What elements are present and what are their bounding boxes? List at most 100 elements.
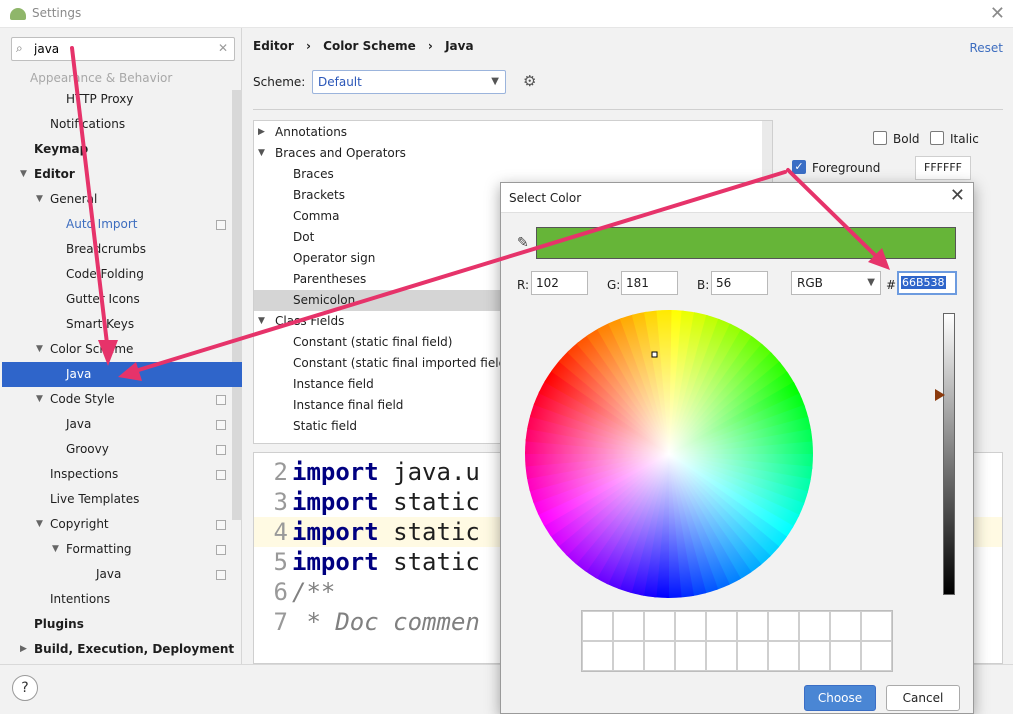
recent-color-cell[interactable] (644, 641, 675, 671)
code-line: 3 import static (254, 487, 480, 517)
sidebar-item-code-style[interactable]: ▼ Code Style (36, 387, 115, 412)
list-item[interactable]: ▼ Braces and Operators (254, 143, 764, 164)
recent-color-cell[interactable] (861, 611, 892, 641)
recent-color-cell[interactable] (613, 641, 644, 671)
search-box[interactable]: ⌕ ✕ (11, 37, 235, 61)
sidebar-item-general[interactable]: ▼ General (36, 187, 97, 212)
sidebar-item-build[interactable]: ▶ Build, Execution, Deployment (20, 637, 234, 662)
eyedropper-icon[interactable]: ✎ (517, 235, 529, 251)
reset-link[interactable]: Reset (969, 41, 1003, 55)
bold-checkbox[interactable] (873, 131, 887, 145)
code-text: static (378, 488, 480, 516)
sidebar-item-code-folding[interactable]: Code Folding (66, 262, 144, 287)
choose-button[interactable]: Choose (804, 685, 876, 711)
red-input[interactable]: 102 (531, 271, 588, 295)
green-label: G: (607, 278, 621, 292)
sidebar-item-label: Editor (34, 167, 75, 181)
recent-color-cell[interactable] (644, 611, 675, 641)
recent-color-cell[interactable] (737, 611, 768, 641)
sidebar-item-gutter-icons[interactable]: Gutter Icons (66, 287, 140, 312)
scheme-value: Default (318, 75, 362, 89)
expand-icon[interactable]: ▼ (36, 512, 43, 537)
sidebar-item-copyright[interactable]: ▼ Copyright (36, 512, 109, 537)
sidebar-item-breadcrumbs[interactable]: Breadcrumbs (66, 237, 146, 262)
sidebar-item-color-scheme-java[interactable]: Java (66, 362, 91, 387)
scheme-dropdown[interactable]: Default ▼ (312, 70, 506, 94)
expand-icon[interactable]: ▼ (20, 162, 27, 187)
list-item-label: Static field (293, 419, 358, 433)
sidebar-item-code-style-java[interactable]: Java (66, 412, 91, 437)
hex-input[interactable]: 66B538 (897, 271, 957, 295)
sidebar-item-inspections[interactable]: Inspections (50, 462, 118, 487)
breadcrumb-separator: › (306, 39, 311, 53)
foreground-color-field[interactable]: FFFFFF (915, 156, 971, 180)
color-wheel-cursor[interactable] (651, 351, 658, 358)
recent-color-cell[interactable] (675, 611, 706, 641)
color-wheel[interactable] (524, 309, 814, 599)
blue-input[interactable]: 56 (711, 271, 768, 295)
help-button[interactable]: ? (12, 675, 38, 701)
list-item-label: Parentheses (293, 272, 367, 286)
expand-icon[interactable]: ▼ (258, 311, 265, 332)
sidebar-item-notifications[interactable]: Notifications (50, 112, 125, 137)
sidebar-item-formatting-java[interactable]: Java (96, 562, 121, 587)
hex-value: 66B538 (901, 276, 946, 289)
recent-color-cell[interactable] (706, 611, 737, 641)
color-mode-dropdown[interactable]: RGB ▼ (791, 271, 881, 295)
recent-color-cell[interactable] (830, 611, 861, 641)
foreground-checkbox[interactable]: ✓ (792, 160, 806, 174)
close-icon[interactable]: ✕ (950, 185, 965, 206)
sidebar-item-http-proxy[interactable]: HTTP Proxy (66, 87, 133, 112)
list-item-label: Instance field (293, 377, 374, 391)
expand-icon[interactable]: ▼ (36, 337, 43, 362)
project-scope-icon (216, 445, 226, 455)
cancel-button[interactable]: Cancel (886, 685, 960, 711)
recent-color-cell[interactable] (582, 641, 613, 671)
italic-checkbox[interactable] (930, 131, 944, 145)
sidebar-item-intentions[interactable]: Intentions (50, 587, 110, 612)
recent-color-cell[interactable] (861, 641, 892, 671)
italic-label: Italic (950, 132, 979, 146)
recent-color-cell[interactable] (737, 641, 768, 671)
sidebar-item-keymap[interactable]: Keymap (34, 137, 88, 162)
recent-color-cell[interactable] (799, 641, 830, 671)
sidebar-item-groovy[interactable]: Groovy (66, 437, 109, 462)
close-icon[interactable]: ✕ (990, 3, 1005, 24)
keyword: import (292, 488, 379, 516)
clear-icon[interactable]: ✕ (218, 41, 228, 55)
recent-color-cell[interactable] (582, 611, 613, 641)
sidebar-item-auto-import[interactable]: Auto Import (66, 212, 138, 237)
sidebar-item-color-scheme[interactable]: ▼ Color Scheme (36, 337, 133, 362)
list-item[interactable]: ▶ Annotations (254, 122, 764, 143)
keyword: import (292, 518, 379, 546)
expand-icon[interactable]: ▼ (36, 387, 43, 412)
sidebar-scrollbar[interactable] (232, 90, 242, 520)
dialog-title: Select Color (501, 183, 973, 213)
recent-color-cell[interactable] (613, 611, 644, 641)
brightness-pointer[interactable] (935, 389, 945, 401)
expand-icon[interactable]: ▶ (20, 637, 27, 662)
expand-icon[interactable]: ▼ (258, 143, 265, 164)
recent-color-cell[interactable] (768, 641, 799, 671)
recent-color-cell[interactable] (768, 611, 799, 641)
brightness-slider[interactable] (943, 313, 955, 595)
selected-row-highlight (2, 362, 242, 387)
recent-color-cell[interactable] (830, 641, 861, 671)
expand-icon[interactable]: ▼ (52, 537, 59, 562)
list-item-label: Instance final field (293, 398, 404, 412)
sidebar-item-smart-keys[interactable]: Smart Keys (66, 312, 134, 337)
recent-color-cell[interactable] (799, 611, 830, 641)
sidebar-item-live-templates[interactable]: Live Templates (50, 487, 139, 512)
sidebar-item-formatting[interactable]: ▼ Formatting (52, 537, 132, 562)
expand-icon[interactable]: ▼ (36, 187, 43, 212)
expand-icon[interactable]: ▶ (258, 122, 265, 143)
color-wheel-graphic[interactable] (524, 309, 814, 599)
sidebar-item-editor[interactable]: ▼ Editor (20, 162, 75, 187)
recent-color-cell[interactable] (675, 641, 706, 671)
search-input[interactable] (34, 40, 214, 58)
gear-icon[interactable]: ⚙ (523, 72, 536, 90)
recent-color-cell[interactable] (706, 641, 737, 671)
sidebar-item-plugins[interactable]: Plugins (34, 612, 84, 637)
line-number: 5 (273, 548, 288, 576)
green-input[interactable]: 181 (621, 271, 678, 295)
